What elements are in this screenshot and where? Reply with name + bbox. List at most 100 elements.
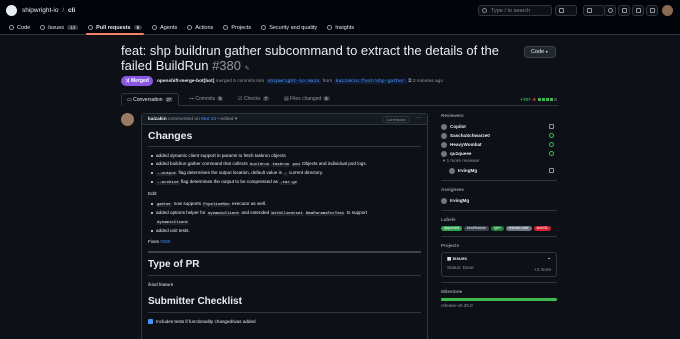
pull-requests-button[interactable] [618,5,630,16]
edited-marker[interactable]: • edited [217,117,233,122]
inline-code: NewParamsForTest [304,212,346,216]
more-reviewers-label: 1 more reviewer [446,158,480,163]
tab-count: 7 [262,96,269,101]
notifications-button[interactable] [646,5,658,16]
copilot-avatar[interactable] [441,123,447,130]
item-text: current directory. [288,170,324,175]
comment-author[interactable]: kaizakin [148,117,167,122]
avatar[interactable] [449,167,455,174]
avatar[interactable] [441,197,447,204]
issue-link[interactable]: #250 [160,239,170,244]
tab-projects[interactable]: Projects [218,21,256,34]
repo-link[interactable]: cli [68,7,75,14]
merger-link[interactable]: openshift-merge-bot[bot] [157,79,214,84]
create-new-button[interactable] [583,5,605,16]
table-icon: ▦ [447,256,452,261]
tab-checks[interactable]: ☑ Checks 7 [233,93,274,106]
breadcrumb-separator: / [62,7,65,14]
copy-icon[interactable]: ⧉ [408,79,411,84]
tab-conversation[interactable]: ▭ Conversation 27 [121,93,180,106]
projects-heading[interactable]: Projects [441,243,557,248]
from-text: from [322,79,333,84]
user-avatar[interactable] [662,5,673,16]
tab-insights[interactable]: Insights [322,21,359,34]
reviewer-name[interactable]: qu1queee [450,151,471,156]
sync-icon[interactable] [549,168,554,173]
label-chip[interactable]: kind/feature [464,226,489,231]
search-input[interactable]: Type / to search [478,5,552,16]
tab-label: Agents [160,24,178,31]
copilot-button[interactable] [555,5,577,16]
tab-actions[interactable]: Actions [182,21,218,34]
play-icon [187,25,193,30]
project-name[interactable]: Issues [453,256,467,261]
comment-author-avatar[interactable] [121,113,134,126]
tab-count: 27 [164,97,174,102]
item-text: Objects and individual pod logs. [302,161,367,166]
tab-issues[interactable]: Issues 14 [35,21,83,34]
assignees-heading[interactable]: Assignees [441,187,557,192]
labels-heading[interactable]: Labels [441,217,557,222]
comment-date[interactable]: Mar 23 [201,117,216,122]
edit-label: Edit: [148,191,158,196]
issues-button[interactable] [604,5,616,16]
checkbox-checked[interactable] [148,319,153,324]
comment-header: kaizakin commented on Mar 23 • edited ▾ … [142,114,427,125]
label-chip[interactable]: size/XL [533,226,552,231]
pr-title: feat: shp buildrun gather subcommand to … [121,43,521,77]
pencil-icon[interactable]: ✎ [245,66,250,72]
reviewer-name[interactable]: IrvingMg [458,168,477,173]
tab-files-changed[interactable]: ▤ Files changed 6 [279,93,335,106]
pull-request-icon [88,25,94,30]
avatar[interactable] [441,141,447,148]
head-branch[interactable]: kaizakin:feat/shp-gather [333,79,407,84]
tab-count: 14 [67,25,79,30]
agent-icon [152,25,158,30]
tab-pull-requests[interactable]: Pull requests 5 [83,21,147,35]
reviewer-name[interactable]: HeavyWombat [450,142,482,147]
github-logo-icon[interactable] [6,5,17,16]
milestone-section: Milestone release-v0.20.0 [441,289,557,313]
search-placeholder: Type / to search [491,8,531,14]
item-text: and extended [241,210,270,215]
reviewer-row: IrvingMg [441,166,557,175]
avatar[interactable] [441,132,447,139]
repositories-button[interactable] [632,5,644,16]
code-button[interactable]: Code ▾ [524,46,556,58]
reviewers-heading[interactable]: Reviewers [441,113,557,118]
reviewer-row: HeavyWombat [441,140,557,149]
milestone-heading[interactable]: Milestone [441,289,557,294]
tab-code[interactable]: Code [4,21,35,34]
tab-security[interactable]: Security and quality [256,21,322,34]
changes-heading: Changes [148,129,421,147]
label-chip[interactable]: lgtm [490,226,504,231]
diffstat-bars [537,97,557,102]
owner-link[interactable]: shipwright-io [22,7,59,14]
tab-label: Insights [335,24,355,31]
list-item: added dynamic client support in params t… [151,152,421,160]
chevron-down-icon[interactable]: ⌄ [547,255,551,261]
tab-agents[interactable]: Agents [147,21,182,34]
list-item: --archive flag determines the output to … [151,178,421,187]
project-more[interactable]: +2 more [534,267,551,272]
milestone-name[interactable]: release-v0.20.0 [441,303,557,308]
fixes-line: Fixes #250 [148,238,421,246]
project-card[interactable]: ▦ Issues ⌄ Status: Done +2 more [441,252,557,277]
type-of-pr-heading: Type of PR [148,258,421,276]
table-icon [223,25,229,30]
more-reviewers-toggle[interactable]: ▾ 1 more reviewer [441,158,557,166]
assignee-name[interactable]: IrvingMg [450,198,469,203]
kebab-menu-icon[interactable]: ··· [416,115,422,121]
label-chip[interactable]: approved [441,226,462,231]
tab-label: Pull requests [96,24,131,31]
reviewer-name[interactable]: Copilot [450,124,466,129]
tab-commits[interactable]: ⊶ Commits 5 [184,93,228,106]
label-chip[interactable]: release-note [505,226,532,231]
avatar[interactable] [441,150,447,157]
base-branch[interactable]: shipwright-io:main [265,79,322,84]
pr-tabs: ▭ Conversation 27 ⊶ Commits 5 ☑ Checks 7 ▤ … [121,93,559,106]
tab-count: 6 [323,96,330,101]
reviewer-name[interactable]: SaschaSchwarze0 [450,133,490,138]
list-item: gather now supports PipelineRun executor… [151,200,421,209]
inline-code: --output [156,172,178,176]
